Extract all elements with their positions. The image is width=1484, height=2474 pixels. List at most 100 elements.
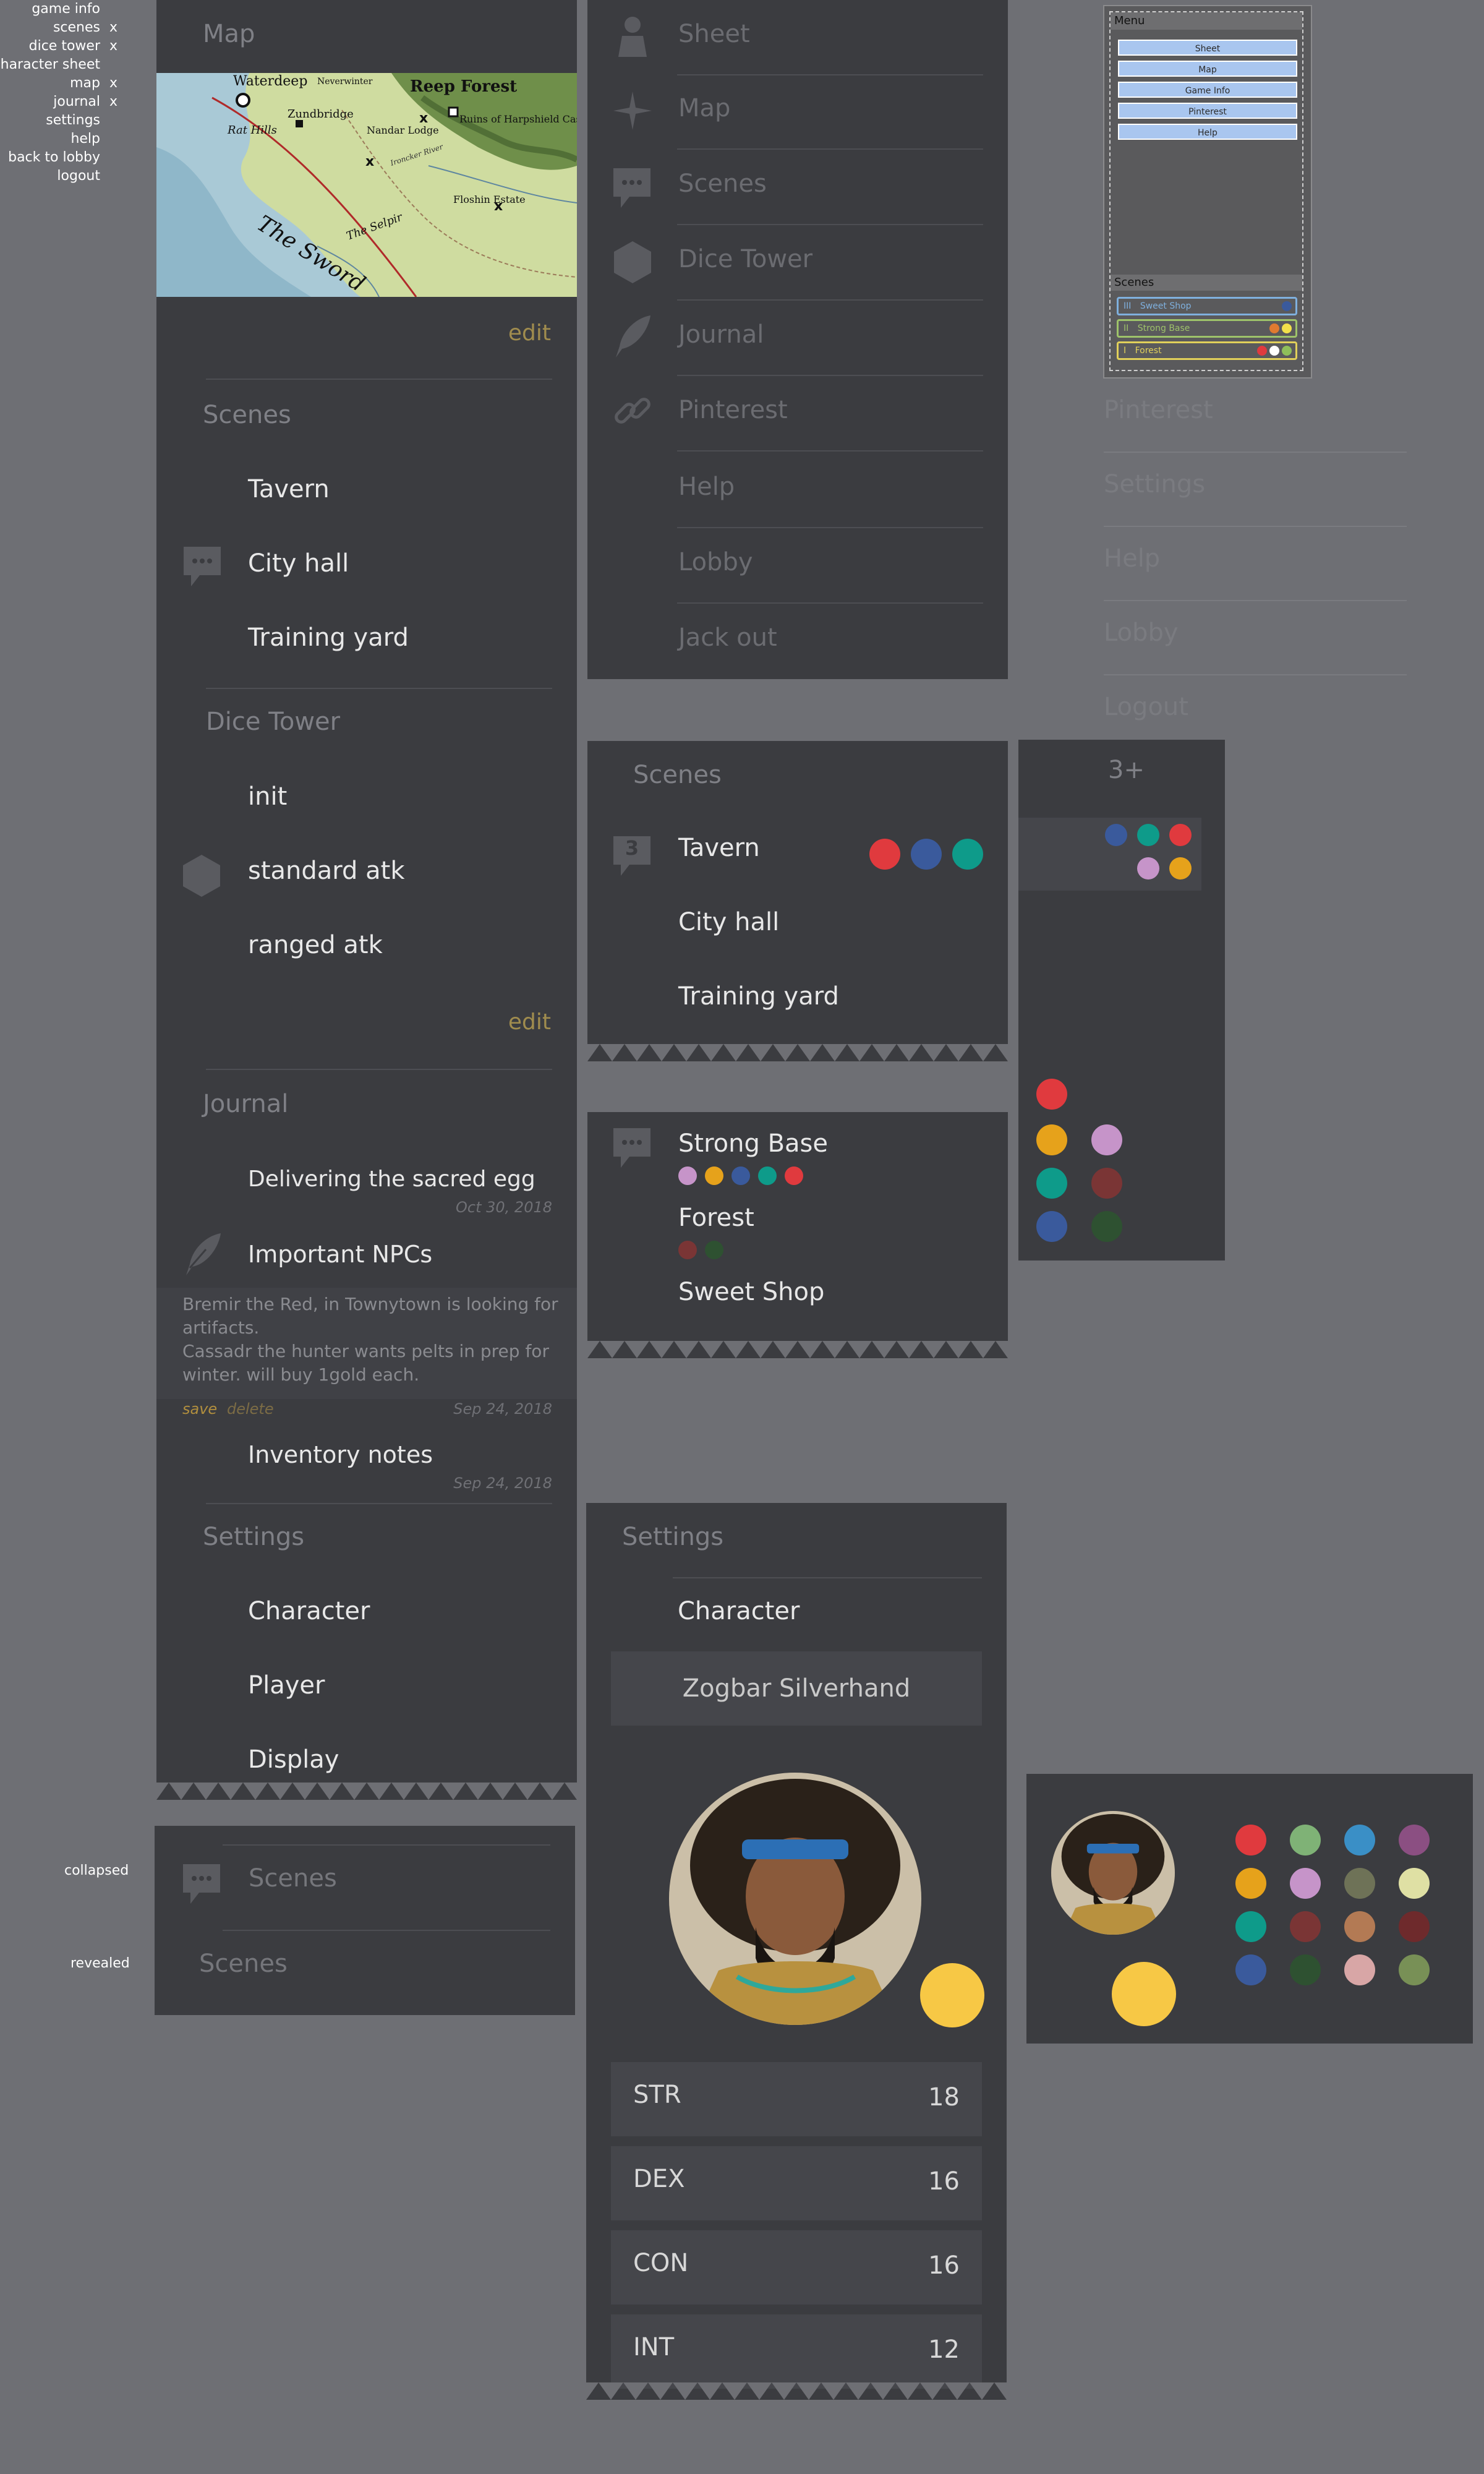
scene-item-forest[interactable]: Forest [678, 1204, 754, 1232]
mini-scene-forest[interactable]: I Forest [1117, 341, 1297, 360]
legend-x-journal[interactable]: x [109, 93, 117, 111]
mini-scene-strong-base[interactable]: II Strong Base [1117, 319, 1297, 338]
mini-menu-button-help[interactable]: Help [1118, 124, 1297, 140]
nav-item-help[interactable]: Help [678, 473, 735, 501]
scene-item-training-yard[interactable]: Training yard [248, 623, 409, 652]
palette-swatch[interactable] [1399, 1954, 1430, 1985]
dice-item-ranged-atk[interactable]: ranged atk [248, 931, 383, 959]
legend-x-map[interactable]: x [109, 74, 117, 93]
scenes-panel-item-tavern[interactable]: Tavern [678, 834, 760, 862]
faded-item-settings[interactable]: Settings [1104, 470, 1205, 499]
dice-item-init[interactable]: init [248, 782, 287, 811]
palette-swatch[interactable] [1290, 1911, 1321, 1942]
faded-item-pinterest[interactable]: Pinterest [1104, 396, 1213, 424]
dice-edit-link[interactable]: edit [508, 1009, 551, 1035]
palette-swatch[interactable] [1235, 1868, 1266, 1899]
palette-swatch[interactable] [1235, 1911, 1266, 1942]
palette-swatch[interactable] [1344, 1954, 1375, 1985]
faded-item-lobby[interactable]: Lobby [1104, 618, 1179, 647]
mini-menu-button-map[interactable]: Map [1118, 61, 1297, 77]
player-dot-blue [1036, 1211, 1067, 1242]
nav-item-lobby[interactable]: Lobby [678, 548, 753, 576]
settings-item-display[interactable]: Display [248, 1745, 339, 1774]
player-color-swatch[interactable] [920, 1963, 984, 2027]
map-edit-link[interactable]: edit [508, 320, 551, 346]
chat-icon [611, 166, 653, 214]
mini-player-dot [1282, 301, 1292, 311]
scenes-collapsed-header[interactable]: Scenes [249, 1864, 337, 1893]
faded-item-help[interactable]: Help [1104, 544, 1160, 573]
palette-swatch[interactable] [1235, 1825, 1266, 1856]
divider [1104, 600, 1407, 601]
palette-swatch[interactable] [1344, 1911, 1375, 1942]
legend-x-dice[interactable]: x [109, 37, 117, 56]
selected-color-swatch[interactable] [1112, 1962, 1176, 2026]
character-name-field[interactable]: Zogbar Silverhand [611, 1651, 982, 1726]
palette-swatch[interactable] [1235, 1954, 1266, 1985]
revealed-label: revealed [70, 1956, 130, 1971]
person-icon [612, 15, 653, 62]
nav-item-journal[interactable]: Journal [678, 320, 764, 349]
palette-swatch[interactable] [1344, 1868, 1375, 1899]
player-dot [705, 1166, 723, 1185]
player-dot [705, 1241, 723, 1259]
palette-swatch[interactable] [1290, 1954, 1321, 1985]
stat-row-con: CON 16 [611, 2230, 982, 2305]
palette-swatch[interactable] [1344, 1825, 1375, 1856]
journal-note-editor[interactable]: Bremir the Red, in Townytown is looking … [156, 1288, 577, 1399]
scene-item-tavern[interactable]: Tavern [248, 475, 330, 503]
palette-swatch[interactable] [1399, 1868, 1430, 1899]
palette-swatch[interactable] [1399, 1825, 1430, 1856]
settings-item-player[interactable]: Player [248, 1671, 325, 1700]
mini-menu-button-pinterest[interactable]: Pinterest [1118, 103, 1297, 119]
dice-item-standard-atk[interactable]: standard atk [248, 857, 405, 885]
character-avatar[interactable] [669, 1773, 921, 2025]
player-dot [678, 1241, 697, 1259]
mini-menu-button-game-info[interactable]: Game Info [1118, 82, 1297, 98]
legend-x-scenes[interactable]: x [109, 19, 117, 37]
scenes-panel-item-city-hall[interactable]: City hall [678, 908, 779, 936]
divider [677, 527, 983, 528]
player-dot-red [1169, 824, 1192, 846]
nav-item-map[interactable]: Map [678, 94, 730, 122]
svg-text:x: x [365, 154, 374, 169]
divider [677, 299, 983, 301]
nav-item-scenes[interactable]: Scenes [678, 169, 767, 198]
nav-item-jack-out[interactable]: Jack out [678, 623, 777, 652]
divider [677, 224, 983, 225]
legend-row-journal: journal x [0, 93, 124, 111]
divider [677, 450, 983, 452]
journal-item-npcs[interactable]: Important NPCs [248, 1241, 432, 1268]
mini-scene-sweet-shop[interactable]: III Sweet Shop [1117, 297, 1297, 315]
note-save-link[interactable]: save [182, 1400, 217, 1418]
player-dot-red [869, 839, 900, 870]
note-delete-link[interactable]: delete [227, 1400, 274, 1418]
palette-swatch[interactable] [1290, 1825, 1321, 1856]
svg-text:x: x [419, 111, 428, 126]
scenes-revealed-header[interactable]: Scenes [199, 1950, 288, 1978]
nav-item-pinterest[interactable]: Pinterest [678, 396, 788, 424]
mini-menu-mockup: Menu Sheet Map Game Info Pinterest Help … [1103, 5, 1312, 379]
scenes-panel-item-training-yard[interactable]: Training yard [678, 982, 839, 1011]
divider [223, 1844, 550, 1846]
settings-item-character[interactable]: Character [248, 1597, 370, 1625]
journal-date: Oct 30, 2018 [456, 1199, 552, 1216]
nav-item-sheet[interactable]: Sheet [678, 20, 750, 48]
scene-item-sweet-shop[interactable]: Sweet Shop [678, 1278, 824, 1306]
palette-swatch[interactable] [1290, 1868, 1321, 1899]
nav-item-dice-tower[interactable]: Dice Tower [678, 245, 812, 273]
mini-player-dot [1257, 346, 1267, 356]
mini-menu-button-sheet[interactable]: Sheet [1118, 40, 1297, 56]
journal-item-inventory[interactable]: Inventory notes [248, 1441, 433, 1468]
palette-swatch[interactable] [1399, 1911, 1430, 1942]
journal-item-egg[interactable]: Delivering the sacred egg [248, 1166, 535, 1192]
scene-item-strong-base[interactable]: Strong Base [678, 1129, 828, 1158]
faded-item-logout[interactable]: Logout [1104, 693, 1188, 721]
scene-item-city-hall[interactable]: City hall [248, 549, 349, 578]
link-chain-icon [611, 390, 654, 435]
player-dot [731, 1166, 750, 1185]
collapsed-label: collapsed [64, 1863, 129, 1878]
map-image[interactable]: Waterdeep Zundbridge Rat Hills Nandar Lo… [156, 73, 577, 297]
color-picker-panel [1026, 1774, 1473, 2044]
legend-row-dice-tower: dice tower x [0, 37, 124, 56]
